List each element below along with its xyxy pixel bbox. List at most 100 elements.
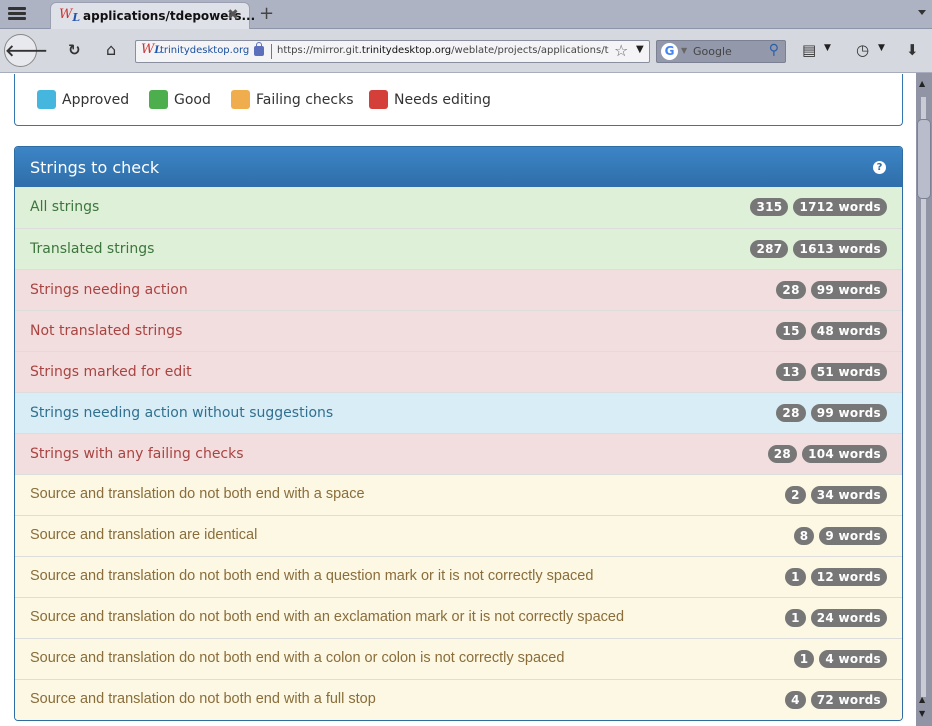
string-count-badge: 315 [750,198,789,216]
string-count-badge: 8 [793,527,815,545]
badges: 287 1613 words [745,240,887,258]
list-item[interactable]: Strings with any failing checks 28 104 wor… [15,433,902,474]
list-item[interactable]: Strings needing action without suggestio… [15,392,902,433]
bookmark-star-icon[interactable]: ☆ [614,41,628,60]
legend-needs-editing: Needs editing [369,90,491,109]
list-item[interactable]: Source and translation do not both end w… [15,597,902,638]
word-count-badge: 9 words [819,527,887,545]
word-count-badge: 1712 words [793,198,887,216]
list-item[interactable]: Source and translation do not both end w… [15,474,902,515]
hamburger-menu-icon[interactable] [8,7,26,21]
list-item-label[interactable]: Source and translation do not both end w… [30,650,564,666]
site-identity[interactable]: trinitydesktop.org [160,45,249,56]
home-icon[interactable]: ⌂ [106,40,116,59]
string-count-badge: 4 [785,691,806,709]
scroll-up-icon[interactable]: ▲ [919,79,925,88]
badges: 89 words [789,527,887,545]
word-count-badge: 4 words [819,650,887,668]
list-item-label[interactable]: Not translated strings [30,323,182,339]
badges: 315 1712 words [745,198,887,216]
url-bar[interactable]: WL trinitydesktop.org https://mirror.git… [135,40,650,63]
list-tabs-icon[interactable] [918,10,926,15]
badges: 1 12 words [780,568,887,586]
scroll-up-icon[interactable]: ▲ [919,695,925,704]
badges: 28 99 words [771,404,887,422]
string-count-badge: 1 [785,568,806,586]
url-history-dropdown-icon[interactable]: ▼ [636,44,644,55]
tab-active[interactable]: WL applications/tdepowers... ✖ [50,2,255,30]
list-item[interactable]: Source and translation do not both end w… [15,638,902,679]
string-count-badge: 287 [750,240,789,258]
word-count-badge: 48 words [810,322,887,340]
help-icon[interactable]: ? [873,161,886,174]
strings-list: All strings 315 1712 words Translated strin… [15,187,902,720]
badges: 13 51 words [771,363,887,381]
lock-icon[interactable] [254,42,264,56]
list-item-label[interactable]: Source and translation are identical [30,527,257,543]
legend-approved: Approved [37,90,129,109]
list-item-label[interactable]: Source and translation do not both end w… [30,486,365,502]
list-item-label[interactable]: Strings with any failing checks [30,446,244,462]
needs-editing-swatch [369,90,388,109]
search-icon[interactable]: ⚲ [769,42,779,58]
new-tab-button[interactable]: + [259,3,274,24]
panel-header: Strings to check ? [15,147,902,187]
download-icon[interactable]: ⬇ [906,41,919,59]
strings-to-check-panel: Strings to check ? All strings 315 1712 wo… [14,146,903,721]
close-tab-icon[interactable]: ✖ [227,7,239,23]
list-item[interactable]: Translated strings 287 1613 words [15,228,902,269]
word-count-badge: 99 words [810,281,887,299]
word-count-badge: 12 words [810,568,887,586]
panel-title: Strings to check [30,158,160,177]
site-favicon-icon: WL [141,42,162,57]
list-item[interactable]: Not translated strings 15 48 words [15,310,902,351]
history-clock-icon[interactable]: ◷ [856,41,869,59]
list-item-label[interactable]: Source and translation do not both end w… [30,691,376,707]
string-count-badge: 15 [776,322,806,340]
string-count-badge: 1 [793,650,815,668]
reload-icon[interactable]: ↻ [68,41,81,59]
list-item[interactable]: Strings marked for edit 13 51 words [15,351,902,392]
list-item-label[interactable]: Strings marked for edit [30,364,192,380]
list-item-label[interactable]: Source and translation do not both end w… [30,568,593,584]
word-count-badge: 104 words [802,445,887,463]
page-content: Approved Good Failing checks Needs editi… [0,74,916,726]
legend-panel: Approved Good Failing checks Needs editi… [14,74,903,126]
chevron-down-icon[interactable]: ▼ [878,43,885,53]
word-count-badge: 99 words [810,404,887,422]
search-input[interactable]: Google [693,45,732,58]
scroll-thumb[interactable] [917,119,931,199]
word-count-badge: 1613 words [793,240,887,258]
list-item[interactable]: Source and translation do not both end w… [15,556,902,597]
back-button[interactable]: 🡐 [4,34,48,67]
list-item[interactable]: Source and translation do not both end w… [15,679,902,720]
good-swatch [149,90,168,109]
google-engine-icon[interactable]: G [661,43,678,60]
tab-bar: WL applications/tdepowers... ✖ + [0,0,932,30]
word-count-badge: 34 words [810,486,887,504]
chevron-down-icon[interactable]: ▼ [824,43,831,53]
engine-dropdown-icon[interactable]: ▼ [681,46,687,55]
word-count-badge: 51 words [810,363,887,381]
list-item[interactable]: All strings 315 1712 words [15,187,902,228]
scroll-down-icon[interactable]: ▼ [919,709,925,718]
url-text[interactable]: https://mirror.git.trinitydesktop.org/we… [277,45,609,56]
badges: 4 72 words [780,691,887,709]
list-item[interactable]: Source and translation are identical 8 9 w… [15,515,902,556]
reader-list-icon[interactable]: ▤ [802,41,816,59]
search-bar[interactable]: G ▼ Google ⚲ [656,40,786,63]
badges: 28 104 words [763,445,887,463]
navigation-toolbar: 🡐 ↻ ⌂ WL trinitydesktop.org https://mirr… [0,29,932,73]
list-item[interactable]: Strings needing action 28 99 words [15,269,902,310]
list-item-label[interactable]: Source and translation do not both end w… [30,609,624,625]
list-item-label[interactable]: All strings [30,199,99,215]
vertical-scrollbar[interactable]: ▲ ▲ ▼ [916,73,932,726]
legend-good: Good [149,90,211,109]
list-item-label[interactable]: Strings needing action [30,282,188,298]
list-item-label[interactable]: Strings needing action without suggestio… [30,405,333,421]
string-count-badge: 2 [785,486,806,504]
badges: 1 24 words [780,609,887,627]
list-item-label[interactable]: Translated strings [30,241,154,257]
url-separator [271,44,272,59]
approved-swatch [37,90,56,109]
